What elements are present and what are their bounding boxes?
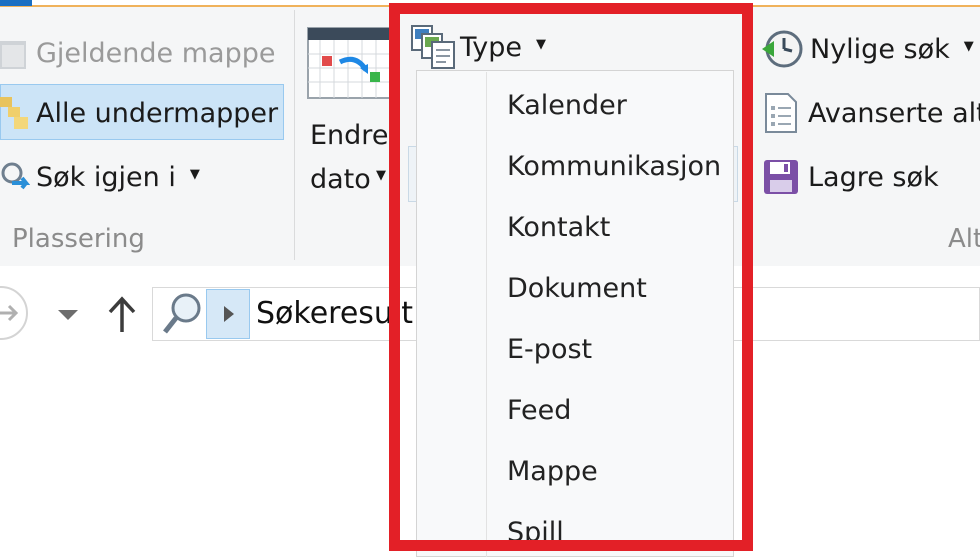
menu-item-mappe[interactable]: Mappe — [507, 456, 598, 487]
chevron-down-icon: ▼ — [963, 38, 974, 54]
chevron-down-icon: ▼ — [189, 166, 200, 182]
clock-icon — [762, 30, 803, 68]
current-folder-button[interactable]: Gjeldende mappe — [0, 28, 275, 78]
type-button[interactable]: Type ▼ — [410, 22, 546, 72]
save-search-label: Lagre søk — [808, 161, 939, 193]
breadcrumb-expand-button[interactable] — [206, 289, 250, 339]
menu-item-e-post[interactable]: E-post — [507, 334, 592, 365]
floppy-disk-icon — [764, 160, 798, 194]
up-button[interactable] — [106, 294, 138, 334]
menu-icon-gutter — [486, 72, 487, 557]
menu-item-spill[interactable]: Spill — [507, 517, 564, 548]
advanced-options-label: Avanserte alt — [808, 97, 980, 129]
calendar-icon — [307, 27, 395, 99]
date-modified-label-line1[interactable]: Endre — [310, 120, 388, 151]
save-search-button[interactable]: Lagre søk — [762, 152, 939, 202]
all-subfolders-label: Alle undermapper — [36, 97, 279, 129]
menu-item-kalender[interactable]: Kalender — [507, 90, 627, 121]
menu-item-feed[interactable]: Feed — [507, 395, 571, 426]
search-location-icon-area — [160, 290, 204, 338]
file-tab[interactable] — [0, 0, 32, 6]
file-types-icon — [411, 25, 455, 69]
chevron-down-icon — [58, 310, 78, 320]
breadcrumb-arrow-icon — [224, 306, 234, 322]
type-label: Type — [460, 31, 523, 63]
recent-locations-button[interactable] — [56, 304, 80, 324]
options-group-label: Alt — [948, 224, 980, 254]
menu-item-kontakt[interactable]: Kontakt — [507, 212, 610, 243]
up-arrow-icon — [108, 296, 136, 332]
menu-item-kommunikasjon[interactable]: Kommunikasjon — [507, 151, 721, 182]
menu-item-dokument[interactable]: Dokument — [507, 273, 647, 304]
chevron-down-icon: ▼ — [376, 168, 386, 183]
magnifier-icon — [163, 293, 201, 334]
current-folder-label: Gjeldende mappe — [36, 37, 276, 69]
folders-icon — [0, 97, 28, 129]
search-again-label: Søk igjen i — [36, 161, 176, 193]
date-modified-icon-area[interactable] — [306, 24, 398, 102]
date-modified-label-line2[interactable]: dato — [310, 164, 371, 195]
recent-searches-button[interactable]: Nylige søk ▼ — [760, 24, 974, 74]
advanced-options-button[interactable]: Avanserte alt — [764, 88, 980, 138]
search-folder-icon — [1, 162, 30, 190]
chevron-down-icon: ▼ — [536, 36, 547, 52]
all-subfolders-content: Alle undermapper — [0, 88, 278, 138]
address-path-text: Søkeresult — [256, 296, 414, 331]
group-separator — [746, 10, 747, 260]
search-again-in-button[interactable]: Søk igjen i ▼ — [0, 152, 200, 202]
ribbon-tab-strip — [0, 0, 980, 7]
location-group-label: Plassering — [12, 224, 145, 254]
group-separator — [294, 10, 295, 260]
folder-icon — [0, 41, 26, 69]
document-list-icon — [765, 93, 797, 133]
recent-searches-label: Nylige søk — [810, 33, 950, 65]
forward-arrow-icon — [0, 304, 19, 322]
